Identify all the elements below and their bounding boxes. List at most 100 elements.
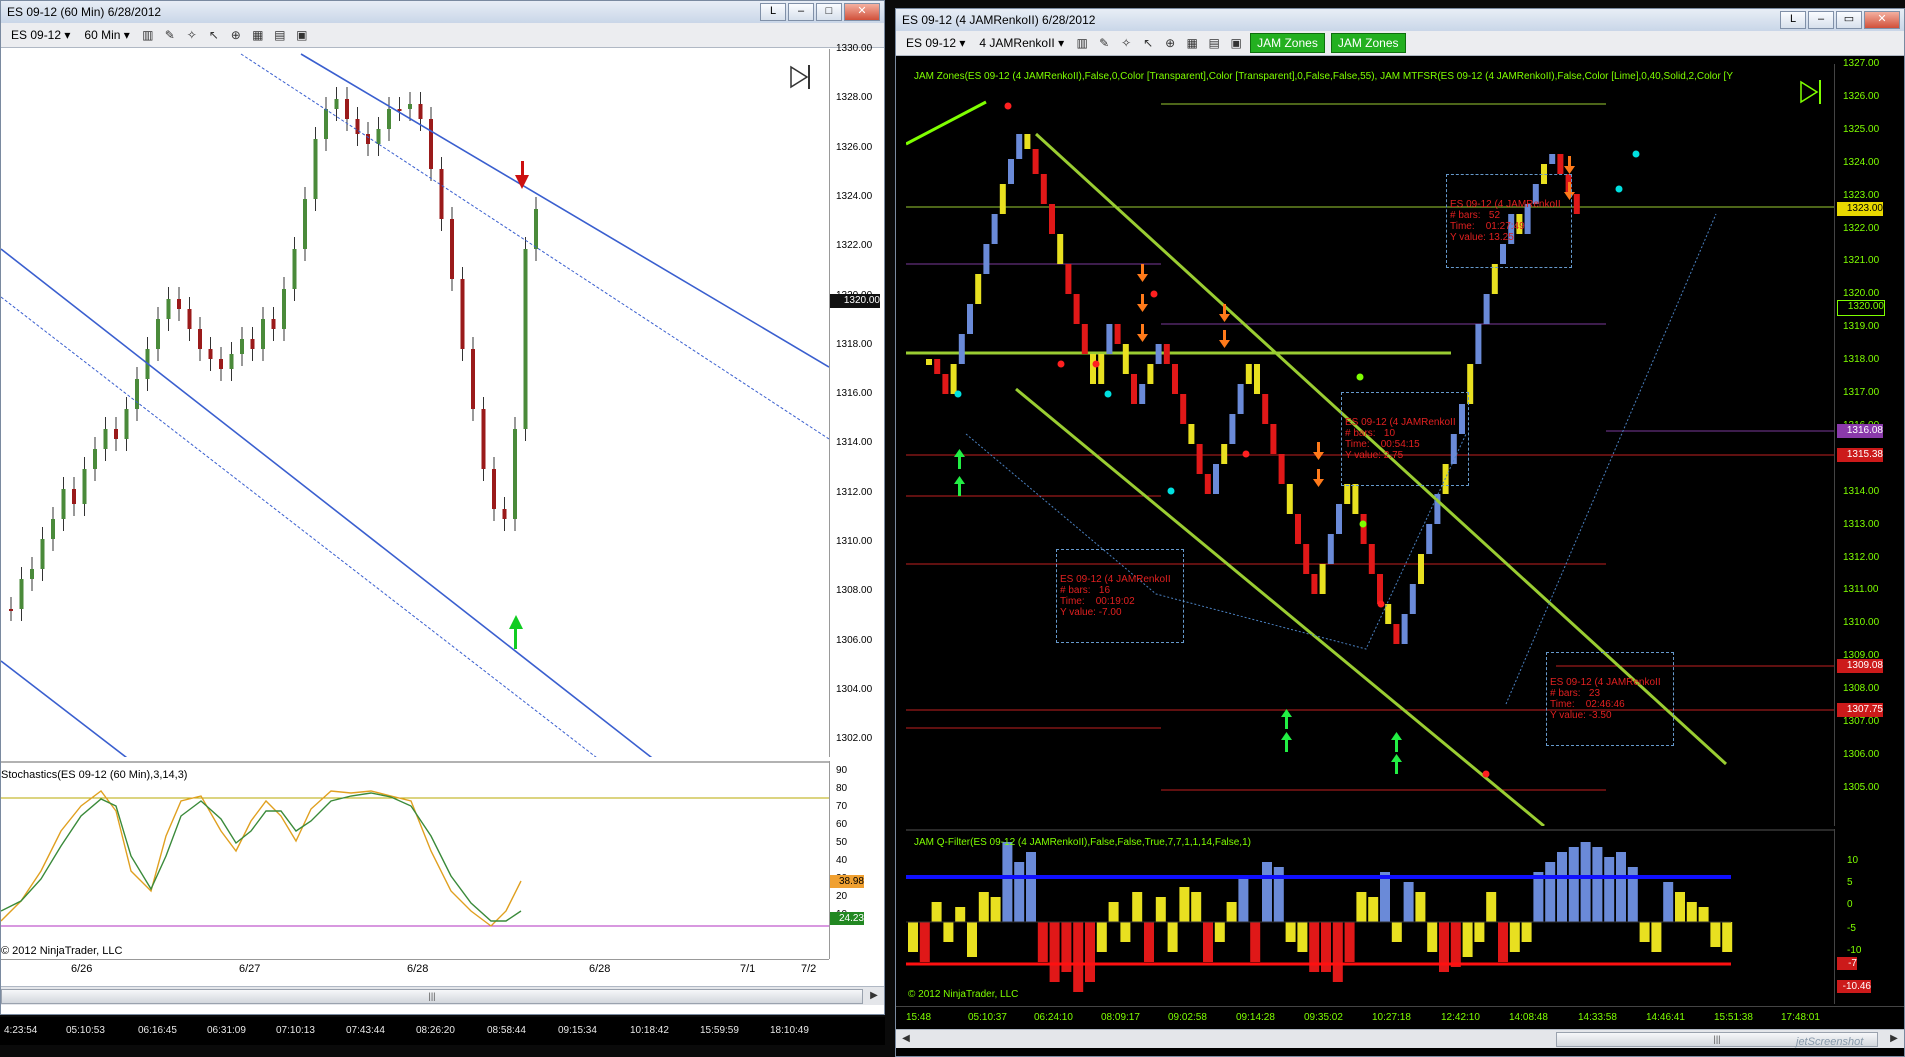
time-tick-label: 12:42:10: [1441, 1012, 1480, 1023]
restore-button[interactable]: ▭: [1836, 11, 1862, 29]
price-tick-label: 1310.00: [836, 536, 873, 547]
q-histogram-bar: [1462, 922, 1473, 957]
q-histogram-bar: [1356, 892, 1367, 922]
minimize-button[interactable]: –: [1808, 11, 1834, 29]
scroll-right-icon[interactable]: ▶: [866, 988, 882, 1003]
renko-brick: [1196, 444, 1203, 474]
renko-brick: [1213, 464, 1219, 494]
candle-body: [292, 249, 297, 289]
renko-brick: [950, 364, 957, 394]
pencil-icon[interactable]: ✎: [1096, 35, 1112, 51]
q-histogram-bar: [990, 897, 1001, 922]
interval-selector[interactable]: 4 JAMRenkoII ▾: [975, 36, 1068, 50]
close-button[interactable]: ✕: [844, 3, 880, 21]
q-histogram-bar: [1698, 907, 1709, 922]
q-tick-label: -5: [1847, 923, 1856, 934]
price-tick-label: 1306.00: [1843, 748, 1880, 760]
q-histogram-bar: [1344, 922, 1355, 962]
q-histogram-bar: [1108, 902, 1119, 922]
renko-brick: [958, 334, 965, 364]
q-histogram-bar: [1450, 922, 1461, 967]
renko-brick: [1319, 564, 1326, 594]
signal-dot: [1615, 185, 1623, 193]
candle-body: [366, 134, 370, 144]
indicators-icon[interactable]: ▤: [1206, 35, 1222, 51]
renko-brick: [1295, 514, 1301, 544]
right-price-axis: 1327.00 1326.00 1325.00 1324.00 1323.00 1322.…: [1834, 58, 1904, 826]
candle-body: [324, 109, 328, 139]
left-price-chart[interactable]: [1, 49, 829, 757]
candle-body: [418, 104, 423, 119]
q-histogram-bar: [1026, 852, 1036, 922]
right-horizontal-scrollbar[interactable]: ◀ ||| ▶: [896, 1029, 1904, 1048]
left-horizontal-scrollbar[interactable]: ||| ▶: [1, 986, 884, 1005]
data-box-icon[interactable]: ▦: [1184, 35, 1200, 51]
right-title-bar[interactable]: ES 09-12 (4 JAMRenkoII) 6/28/2012 L – ▭ …: [896, 9, 1904, 31]
candle-body: [30, 569, 34, 579]
candle-body: [450, 219, 454, 279]
pointer-icon[interactable]: ↖: [206, 27, 222, 43]
q-histogram-bar: [1144, 922, 1154, 962]
candle-body: [198, 329, 202, 349]
instrument-selector[interactable]: ES 09-12 ▾: [902, 36, 969, 50]
bar-type-icon[interactable]: ▥: [1074, 35, 1090, 51]
q-histogram-bar: [1604, 857, 1615, 922]
renko-brick: [999, 184, 1006, 214]
time-tick-label: 14:33:58: [1578, 1012, 1617, 1023]
time-tick-label: 09:35:02: [1304, 1012, 1343, 1023]
pointer-icon[interactable]: ↖: [1140, 35, 1156, 51]
q-histogram-bar: [1120, 922, 1131, 942]
q-tick-label: 5: [1847, 877, 1853, 888]
stoch-tick-label: 20: [836, 891, 848, 902]
pencil-icon[interactable]: ✎: [162, 27, 178, 43]
time-strip-label: 06:16:45: [138, 1025, 177, 1036]
left-scroll-thumb[interactable]: |||: [1, 989, 863, 1004]
properties-icon[interactable]: ▣: [294, 27, 310, 43]
maximize-button[interactable]: □: [816, 3, 842, 21]
bar-type-icon[interactable]: ▥: [140, 27, 156, 43]
indicators-icon[interactable]: ▤: [272, 27, 288, 43]
candle-body: [187, 309, 192, 329]
candle-body: [103, 429, 108, 449]
right-indicator-label: JAM Zones(ES 09-12 (4 JAMRenkoII),False,…: [914, 71, 1734, 82]
q-histogram-bar: [1085, 922, 1095, 982]
renko-brick: [1327, 534, 1334, 564]
price-tick-label: 1307.00: [1843, 716, 1880, 727]
signal-dot: [1104, 390, 1112, 398]
price-tick-label: 1318.00: [1843, 354, 1880, 366]
q-histogram-bar: [1179, 887, 1190, 922]
time-tick-label: 05:10:37: [968, 1012, 1007, 1023]
strategies-icon[interactable]: ▣: [1228, 35, 1244, 51]
instrument-selector[interactable]: ES 09-12 ▾: [7, 28, 74, 42]
zoom-icon[interactable]: ⊕: [228, 27, 244, 43]
candle-body: [51, 519, 55, 539]
q-histogram-bar: [1486, 892, 1497, 922]
q-histogram-bar: [908, 922, 918, 952]
link-button[interactable]: L: [760, 3, 786, 21]
q-histogram-bar: [1580, 842, 1591, 922]
minimize-button[interactable]: –: [788, 3, 814, 21]
q-value-flag-1: -7: [1837, 957, 1857, 970]
jam-zones-button-1[interactable]: JAM Zones: [1250, 33, 1325, 53]
draw-tools-icon[interactable]: ✧: [184, 27, 200, 43]
renko-brick: [1016, 134, 1023, 159]
time-tick-label: 10:27:18: [1372, 1012, 1411, 1023]
time-strip-label: 09:15:34: [558, 1025, 597, 1036]
candle-body: [502, 509, 507, 519]
draw-tools-icon[interactable]: ✧: [1118, 35, 1134, 51]
q-tick-label: -10: [1847, 945, 1862, 956]
left-title-bar[interactable]: ES 09-12 (60 Min) 6/28/2012 L – □ ✕: [1, 1, 884, 23]
jam-zones-button-2[interactable]: JAM Zones: [1330, 33, 1406, 53]
link-button[interactable]: L: [1780, 11, 1806, 29]
data-box-icon[interactable]: ▦: [250, 27, 266, 43]
scroll-right-icon[interactable]: ▶: [1886, 1031, 1902, 1046]
price-tick-label: 1317.00: [1843, 387, 1880, 398]
q-histogram-bar: [1250, 922, 1261, 962]
interval-selector[interactable]: 60 Min ▾: [80, 28, 133, 42]
candle-body: [250, 339, 255, 349]
close-button[interactable]: ✕: [1864, 11, 1900, 29]
price-tick-label: 1323.00: [1843, 189, 1880, 201]
scroll-left-icon[interactable]: ◀: [898, 1031, 914, 1046]
signal-dot: [1242, 450, 1250, 458]
zoom-icon[interactable]: ⊕: [1162, 35, 1178, 51]
